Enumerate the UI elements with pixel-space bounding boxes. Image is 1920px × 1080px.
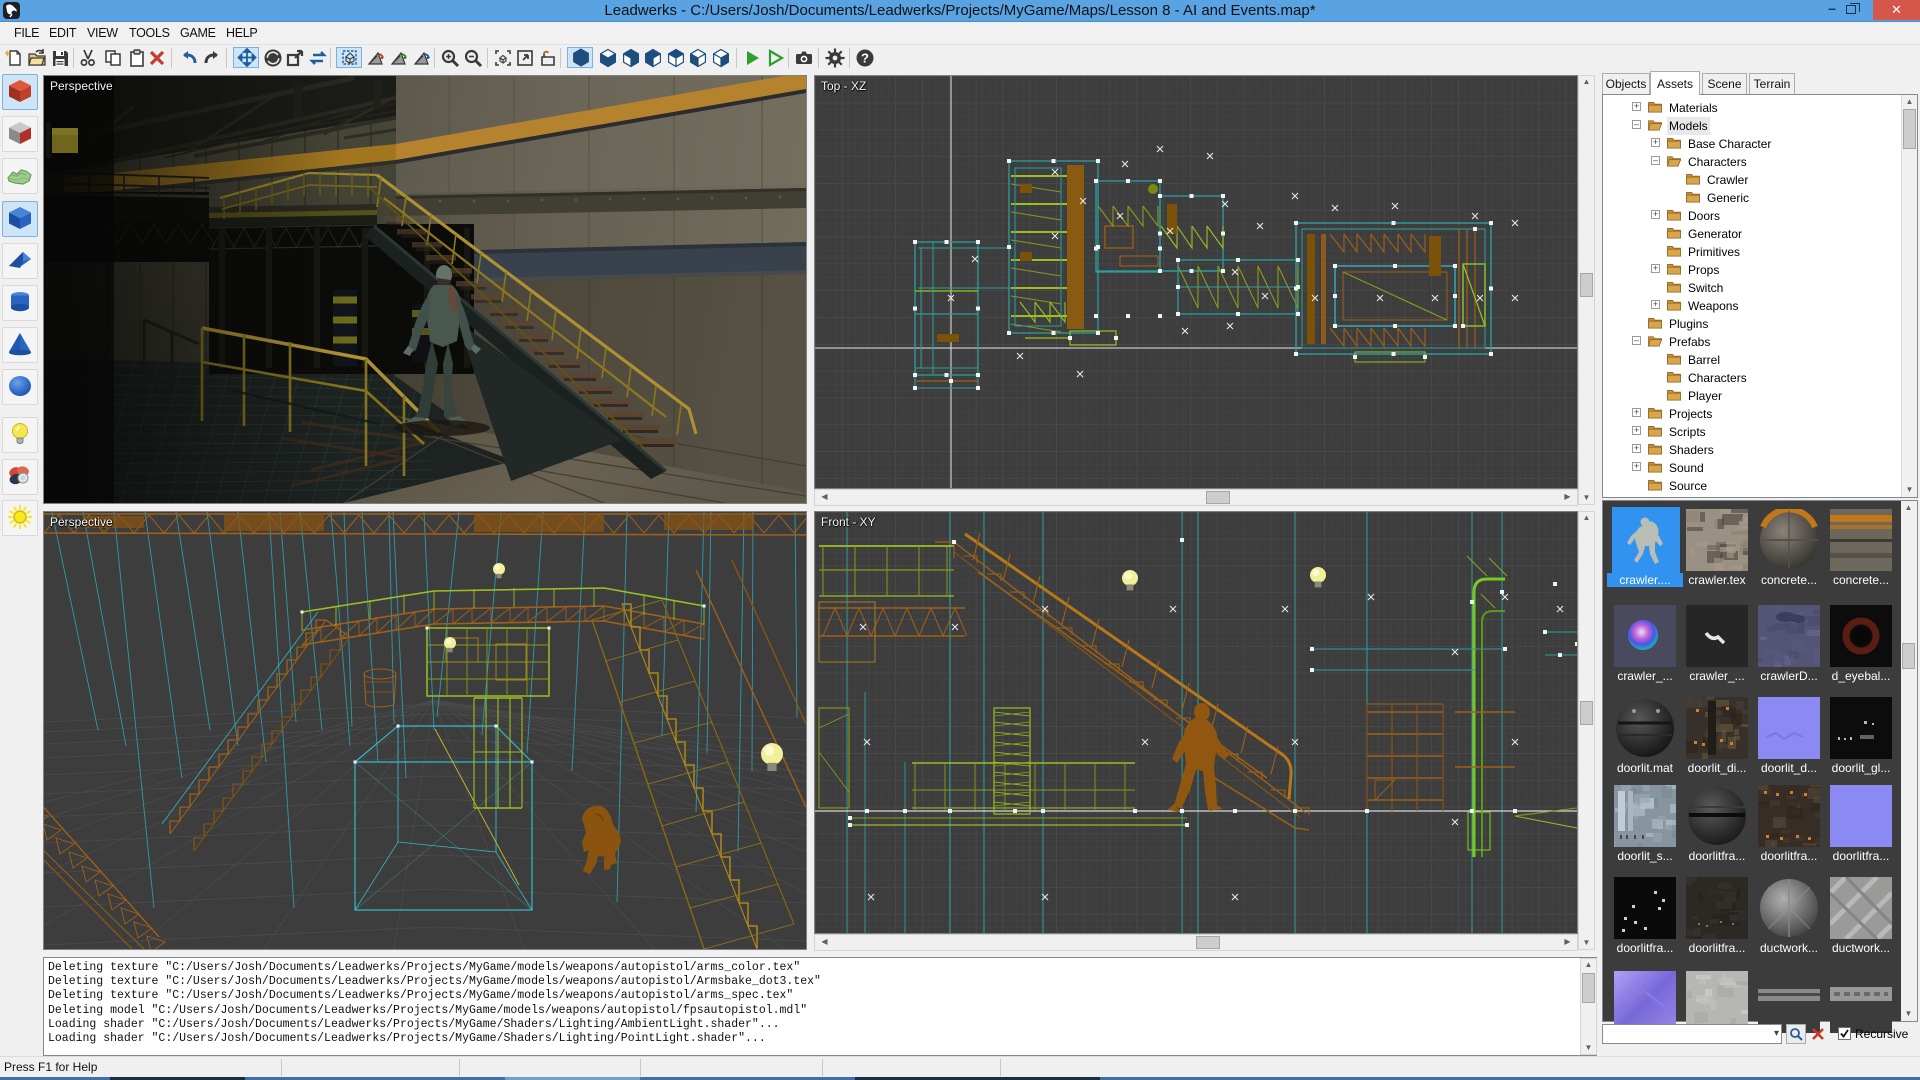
svg-text:?: ? [861,51,869,66]
